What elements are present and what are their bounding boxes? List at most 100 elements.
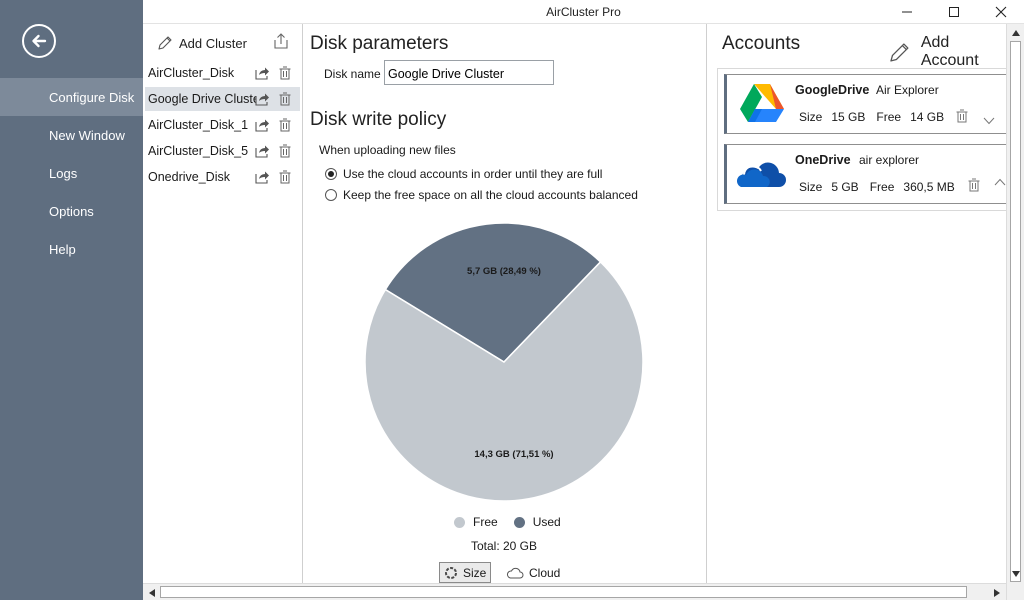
minimize-icon bbox=[902, 11, 912, 13]
size-label: Size bbox=[463, 565, 487, 580]
sidebar: Configure Disk New Window Logs Options H… bbox=[0, 0, 143, 600]
trash-icon[interactable] bbox=[956, 109, 968, 123]
cloud-icon bbox=[507, 567, 524, 578]
cluster-name: AirCluster_Disk_5 bbox=[148, 144, 249, 158]
account-card-onedrive[interactable]: OneDrive air explorer Size 5 GB Free 360… bbox=[724, 144, 1008, 204]
scroll-up-arrow[interactable] bbox=[1007, 24, 1024, 41]
free-label: Free bbox=[869, 180, 895, 194]
nav-label: Configure Disk bbox=[49, 89, 135, 105]
radio-button[interactable] bbox=[325, 168, 337, 180]
legend-used-label: Used bbox=[532, 515, 561, 529]
disk-panel: Disk parameters Disk name Disk write pol… bbox=[304, 24, 706, 584]
nav-new-window[interactable]: New Window bbox=[0, 116, 143, 154]
scroll-left-arrow[interactable] bbox=[143, 584, 160, 601]
share-icon[interactable] bbox=[255, 92, 270, 106]
cluster-name: AirCluster_Disk bbox=[148, 66, 235, 80]
share-icon[interactable] bbox=[255, 144, 270, 158]
legend-free-label: Free bbox=[473, 515, 498, 529]
vertical-scrollbar[interactable] bbox=[1006, 24, 1024, 600]
accounts-list: GoogleDrive Air Explorer Size 15 GB Free… bbox=[717, 68, 1009, 211]
onedrive-icon bbox=[737, 162, 786, 188]
nav-configure-disk[interactable]: Configure Disk bbox=[0, 78, 143, 116]
share-icon[interactable] bbox=[255, 118, 270, 132]
ring-chart-icon bbox=[445, 566, 457, 579]
disk-parameters-heading: Disk parameters bbox=[310, 33, 449, 54]
radio-button[interactable] bbox=[325, 189, 337, 201]
view-size-button[interactable]: Size bbox=[439, 562, 492, 583]
disk-name-label: Disk name bbox=[324, 67, 381, 81]
cluster-name: AirCluster_Disk_1 bbox=[148, 118, 249, 132]
legend-used-swatch bbox=[513, 516, 525, 528]
nav-label: Options bbox=[49, 203, 94, 219]
close-button[interactable] bbox=[978, 0, 1024, 24]
size-value: 15 GB bbox=[831, 110, 866, 124]
account-service-name: OneDrive bbox=[795, 153, 851, 167]
disk-name-input[interactable] bbox=[384, 60, 554, 85]
trash-icon[interactable] bbox=[279, 118, 291, 132]
back-button[interactable] bbox=[22, 24, 56, 58]
export-icon[interactable] bbox=[272, 32, 290, 55]
usage-pie-chart: 5,7 GB (28,49 %) 14,3 GB (71,51 %) bbox=[364, 222, 644, 502]
trash-icon[interactable] bbox=[968, 178, 980, 192]
share-icon[interactable] bbox=[255, 66, 270, 80]
trash-icon[interactable] bbox=[279, 92, 291, 106]
account-stats: Size 15 GB Free 14 GB bbox=[799, 110, 944, 124]
policy-subtitle: When uploading new files bbox=[319, 143, 456, 157]
title-bar: AirCluster Pro bbox=[143, 0, 1024, 24]
nav-label: Logs bbox=[49, 165, 78, 181]
trash-icon[interactable] bbox=[279, 66, 291, 80]
add-cluster-label: Add Cluster bbox=[179, 35, 247, 51]
trash-icon[interactable] bbox=[279, 170, 291, 184]
size-label: Size bbox=[799, 110, 823, 124]
triangle-down-icon bbox=[1011, 570, 1020, 577]
free-label: Free bbox=[876, 110, 902, 124]
write-policy-heading: Disk write policy bbox=[310, 109, 447, 130]
policy-option-ordered[interactable]: Use the cloud accounts in order until th… bbox=[325, 167, 602, 181]
free-value: 360,5 MB bbox=[903, 180, 955, 194]
nav-logs[interactable]: Logs bbox=[0, 154, 143, 192]
maximize-icon bbox=[949, 7, 959, 17]
minimize-button[interactable] bbox=[884, 0, 930, 24]
add-account-label: Add Account bbox=[920, 34, 979, 69]
pencil-icon bbox=[158, 36, 172, 50]
view-cloud-button[interactable]: Cloud bbox=[502, 562, 564, 583]
pie-label-free: 14,3 GB (71,51 %) bbox=[474, 449, 553, 460]
cluster-item[interactable]: Onedrive_Disk bbox=[145, 165, 300, 189]
cluster-item[interactable]: AirCluster_Disk_5 bbox=[145, 139, 300, 163]
account-user-name: Air Explorer bbox=[876, 83, 939, 97]
cluster-item[interactable]: AirCluster_Disk bbox=[145, 61, 300, 85]
close-icon bbox=[995, 6, 1007, 18]
add-cluster-button[interactable]: Add Cluster bbox=[157, 34, 247, 52]
scroll-right-arrow[interactable] bbox=[988, 584, 1005, 601]
account-card-googledrive[interactable]: GoogleDrive Air Explorer Size 15 GB Free… bbox=[724, 74, 1008, 134]
scroll-down-arrow[interactable] bbox=[1007, 565, 1024, 582]
triangle-left-icon bbox=[148, 588, 155, 597]
total-label: Total: 20 GB bbox=[470, 539, 538, 553]
size-value: 5 GB bbox=[831, 180, 859, 194]
cluster-name: Google Drive Cluster bbox=[148, 92, 256, 106]
nav-label: Help bbox=[49, 241, 76, 257]
vertical-scroll-thumb[interactable] bbox=[1010, 41, 1021, 582]
triangle-up-icon bbox=[1011, 29, 1020, 36]
size-label: Size bbox=[799, 180, 823, 194]
horizontal-scrollbar[interactable] bbox=[143, 583, 1006, 600]
nav-help[interactable]: Help bbox=[0, 230, 143, 268]
accounts-heading: Accounts bbox=[722, 33, 801, 54]
chevron-down-icon[interactable] bbox=[983, 117, 995, 125]
option-label: Keep the free space on all the cloud acc… bbox=[343, 188, 638, 202]
cloud-label: Cloud bbox=[529, 565, 561, 580]
cluster-panel: Add Cluster AirCluster_Disk Google Drive… bbox=[143, 24, 303, 584]
account-service-name: GoogleDrive bbox=[795, 83, 870, 97]
cluster-item[interactable]: AirCluster_Disk_1 bbox=[145, 113, 300, 137]
horizontal-scroll-thumb[interactable] bbox=[160, 586, 967, 598]
nav-options[interactable]: Options bbox=[0, 192, 143, 230]
account-stats: Size 5 GB Free 360,5 MB bbox=[799, 180, 955, 194]
trash-icon[interactable] bbox=[279, 144, 291, 158]
chevron-up-icon[interactable] bbox=[994, 178, 1006, 186]
policy-option-balanced[interactable]: Keep the free space on all the cloud acc… bbox=[325, 188, 638, 202]
cluster-item-selected[interactable]: Google Drive Cluster bbox=[145, 87, 300, 111]
add-account-button[interactable]: Add Account bbox=[889, 34, 1010, 70]
share-icon[interactable] bbox=[255, 170, 270, 184]
legend-free-swatch bbox=[454, 516, 465, 528]
maximize-button[interactable] bbox=[931, 0, 977, 24]
